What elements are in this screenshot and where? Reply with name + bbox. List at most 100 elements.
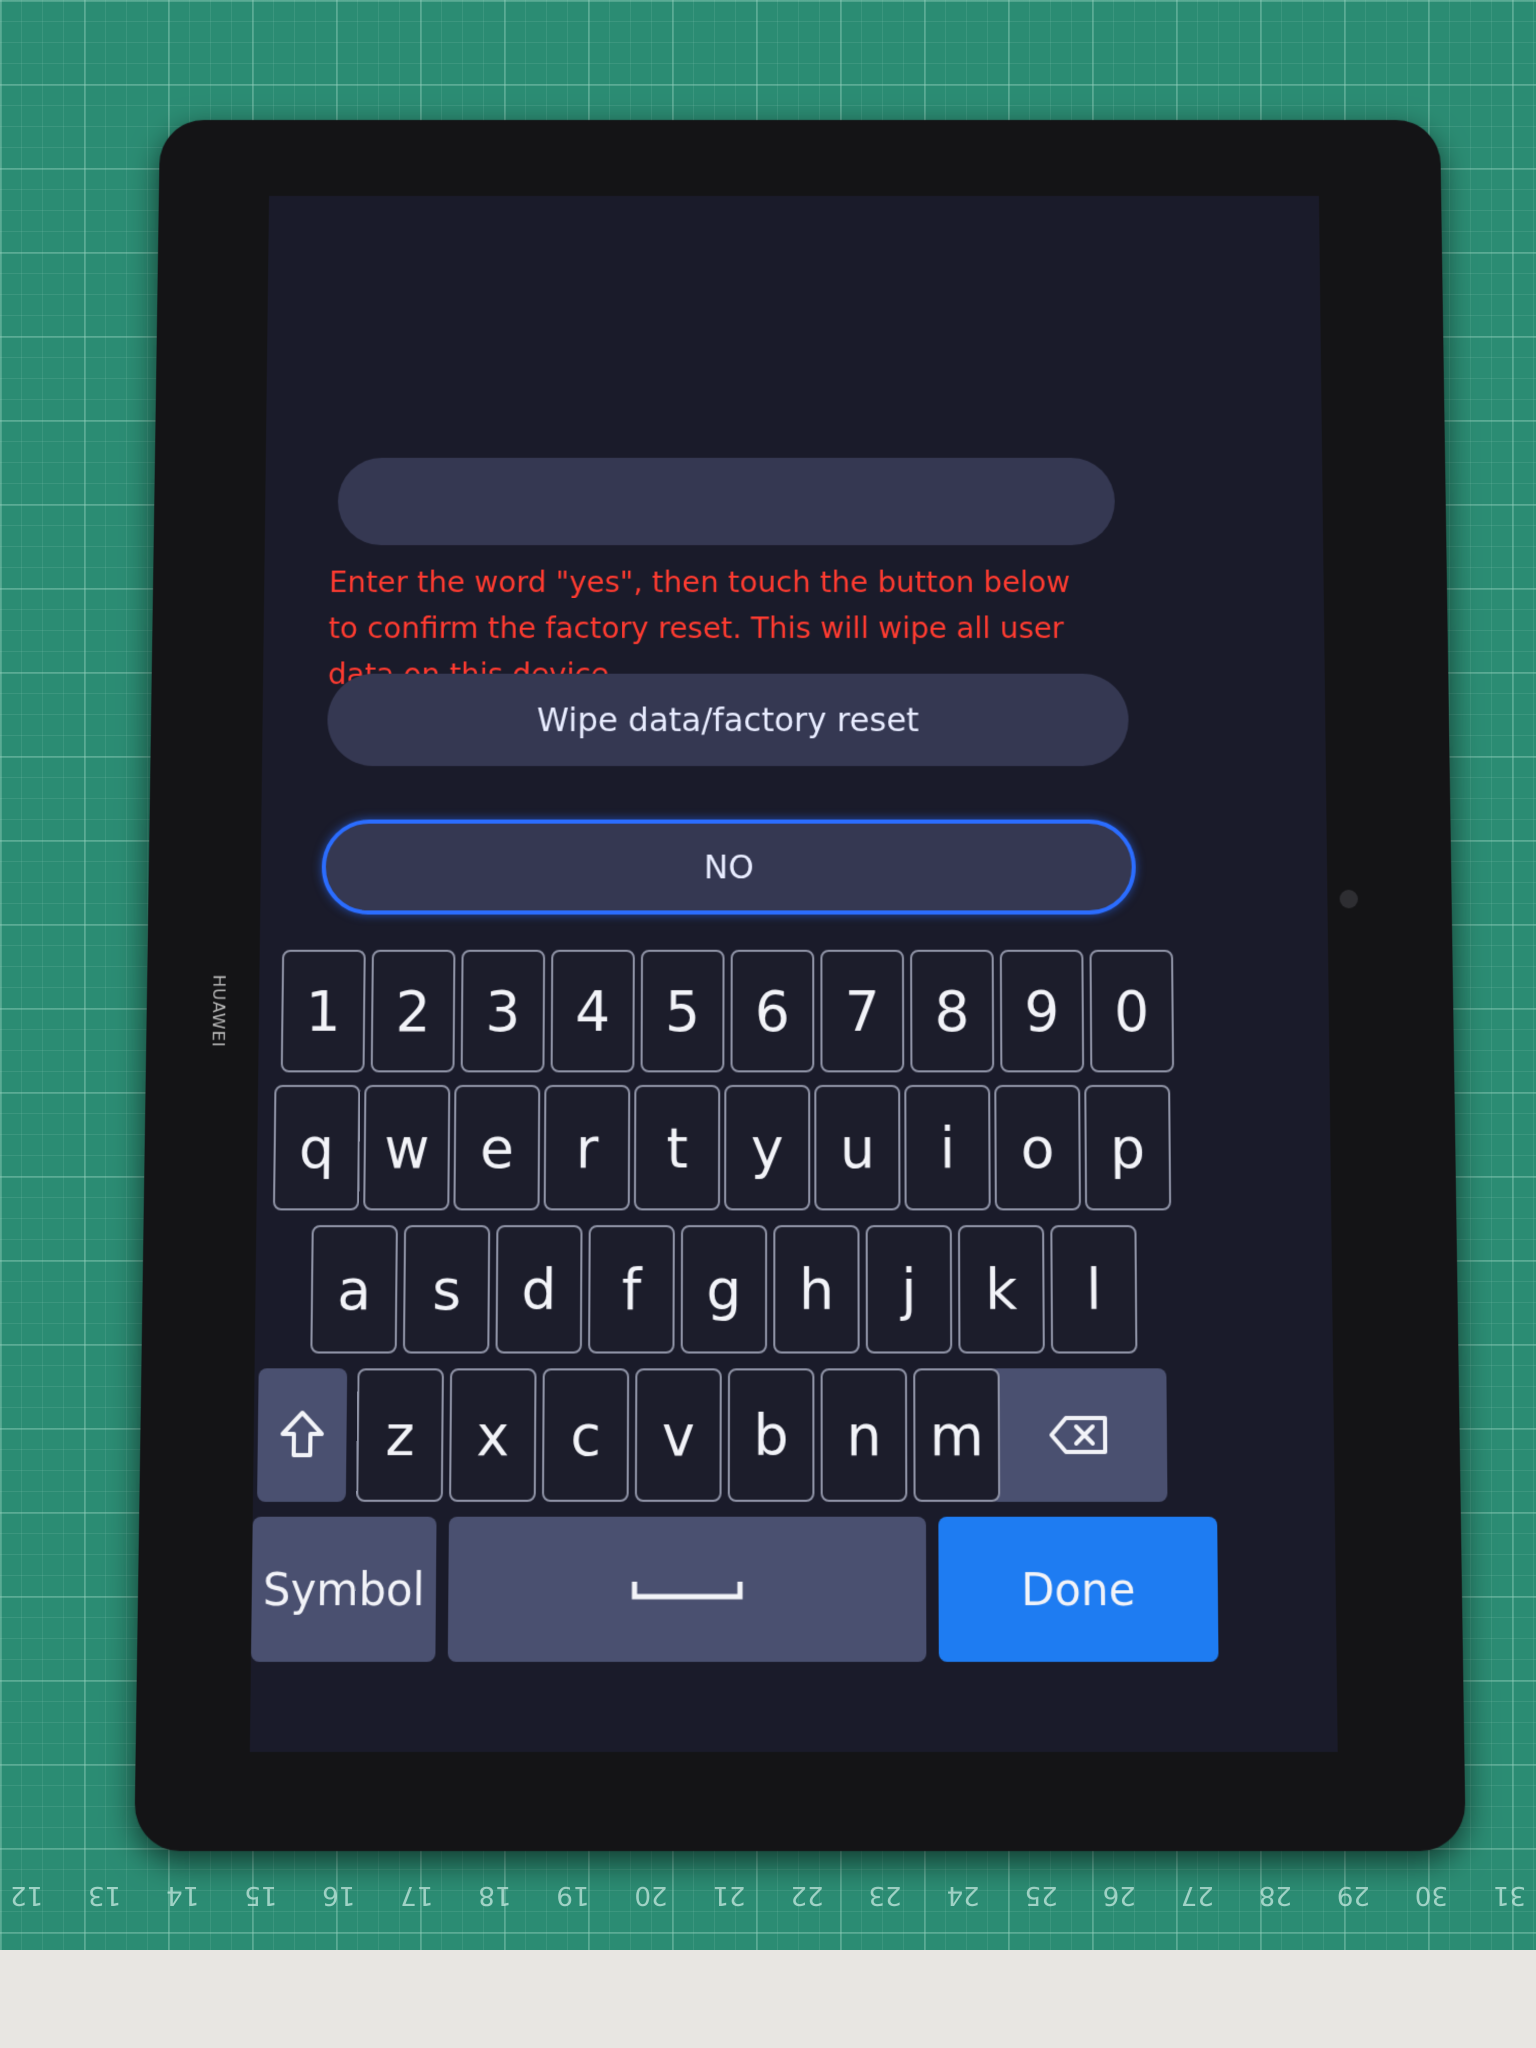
ruler-numbers: 31 30 29 28 27 26 25 24 23 22 21 20 19 18 17 16 15 14 13 12 [0, 1860, 1536, 1910]
ruler-number: 31 [1492, 1880, 1526, 1910]
key-z[interactable]: z [356, 1368, 444, 1502]
ruler-number: 30 [1414, 1880, 1448, 1910]
key-label: 3 [485, 978, 521, 1044]
key-c[interactable]: c [541, 1368, 630, 1502]
key-1[interactable]: 1 [280, 949, 366, 1073]
key-7[interactable]: 7 [820, 949, 905, 1073]
key-a[interactable]: a [310, 1225, 398, 1354]
key-label: i [939, 1114, 956, 1181]
key-label: t [666, 1114, 689, 1181]
key-label: m [929, 1401, 984, 1469]
ruler-number: 25 [1024, 1880, 1058, 1910]
key-label: 1 [305, 978, 342, 1044]
wipe-button-label: Wipe data/factory reset [536, 700, 920, 740]
key-label: f [621, 1256, 642, 1323]
key-v[interactable]: v [634, 1368, 722, 1502]
key-b[interactable]: b [727, 1368, 815, 1502]
key-x[interactable]: x [449, 1368, 537, 1502]
wipe-data-factory-reset-button[interactable]: Wipe data/factory reset [326, 673, 1129, 767]
done-key-label: Done [1020, 1563, 1136, 1616]
backspace-key[interactable] [989, 1368, 1168, 1502]
shift-arrow-icon [278, 1409, 326, 1462]
key-label: x [476, 1401, 510, 1469]
key-q[interactable]: q [272, 1084, 361, 1211]
key-p[interactable]: p [1084, 1084, 1172, 1211]
key-d[interactable]: d [495, 1225, 583, 1354]
key-label: g [706, 1256, 742, 1323]
key-w[interactable]: w [363, 1084, 451, 1211]
key-label: c [570, 1401, 602, 1469]
key-label: 5 [664, 978, 701, 1044]
key-f[interactable]: f [588, 1225, 675, 1354]
key-g[interactable]: g [680, 1225, 768, 1354]
key-label: 7 [844, 978, 880, 1044]
ruler-number: 19 [556, 1880, 590, 1910]
shift-key[interactable] [257, 1368, 348, 1502]
key-label: w [383, 1114, 430, 1181]
ruler-number: 24 [946, 1880, 980, 1910]
key-e[interactable]: e [453, 1084, 541, 1211]
ruler-number: 14 [166, 1880, 200, 1910]
key-label: u [839, 1114, 875, 1181]
key-label: k [985, 1256, 1018, 1323]
key-t[interactable]: t [633, 1084, 721, 1211]
key-label: n [846, 1401, 882, 1469]
no-button[interactable]: NO [321, 819, 1137, 915]
recovery-screen: Enter the word "yes", then touch the but… [249, 195, 1338, 1752]
key-label: 6 [754, 978, 790, 1044]
key-label: s [431, 1256, 462, 1323]
key-u[interactable]: u [814, 1084, 901, 1211]
key-h[interactable]: h [773, 1225, 860, 1354]
floor-background [0, 1950, 1536, 2048]
ruler-number: 27 [1180, 1880, 1214, 1910]
on-screen-keyboard: Symbol Done 1234567890 qwertyuiop asdfghj k… [250, 908, 1337, 1730]
key-4[interactable]: 4 [550, 949, 635, 1073]
ruler-number: 15 [244, 1880, 278, 1910]
key-label: o [1020, 1114, 1055, 1181]
key-y[interactable]: y [724, 1084, 811, 1211]
key-label: v [661, 1401, 695, 1469]
symbol-key[interactable]: Symbol [250, 1516, 437, 1662]
key-m[interactable]: m [913, 1368, 1001, 1502]
front-camera [1339, 889, 1359, 909]
key-label: r [575, 1114, 599, 1181]
key-9[interactable]: 9 [999, 949, 1085, 1073]
brand-label: HUAWEI [208, 974, 229, 1048]
key-5[interactable]: 5 [640, 949, 725, 1073]
ruler-number: 17 [400, 1880, 434, 1910]
confirm-text-input[interactable] [337, 457, 1116, 546]
key-n[interactable]: n [820, 1368, 908, 1502]
ruler-number: 29 [1336, 1880, 1370, 1910]
ruler-number: 28 [1258, 1880, 1292, 1910]
key-j[interactable]: j [865, 1225, 953, 1354]
ruler-number: 26 [1102, 1880, 1136, 1910]
key-l[interactable]: l [1050, 1225, 1138, 1354]
ruler-number: 12 [10, 1880, 44, 1910]
key-i[interactable]: i [904, 1084, 991, 1211]
key-label: 0 [1113, 978, 1150, 1044]
key-label: 9 [1024, 978, 1060, 1044]
symbol-key-label: Symbol [262, 1563, 426, 1616]
key-label: 8 [934, 978, 970, 1044]
key-k[interactable]: k [957, 1225, 1045, 1354]
key-3[interactable]: 3 [460, 949, 546, 1073]
key-label: j [901, 1256, 917, 1323]
key-label: p [1109, 1114, 1146, 1181]
key-o[interactable]: o [994, 1084, 1081, 1211]
done-key[interactable]: Done [938, 1516, 1219, 1662]
key-8[interactable]: 8 [910, 949, 995, 1073]
space-key[interactable] [447, 1516, 927, 1662]
key-label: b [753, 1401, 789, 1469]
key-6[interactable]: 6 [730, 949, 815, 1073]
key-label: a [336, 1256, 372, 1323]
ruler-number: 18 [478, 1880, 512, 1910]
ruler-number: 16 [322, 1880, 356, 1910]
key-r[interactable]: r [543, 1084, 631, 1211]
key-0[interactable]: 0 [1089, 949, 1175, 1073]
key-2[interactable]: 2 [370, 949, 456, 1073]
ruler-number: 13 [88, 1880, 122, 1910]
key-label: z [385, 1401, 416, 1469]
key-s[interactable]: s [402, 1225, 491, 1354]
backspace-icon [1047, 1414, 1109, 1456]
no-button-label: NO [703, 847, 754, 887]
